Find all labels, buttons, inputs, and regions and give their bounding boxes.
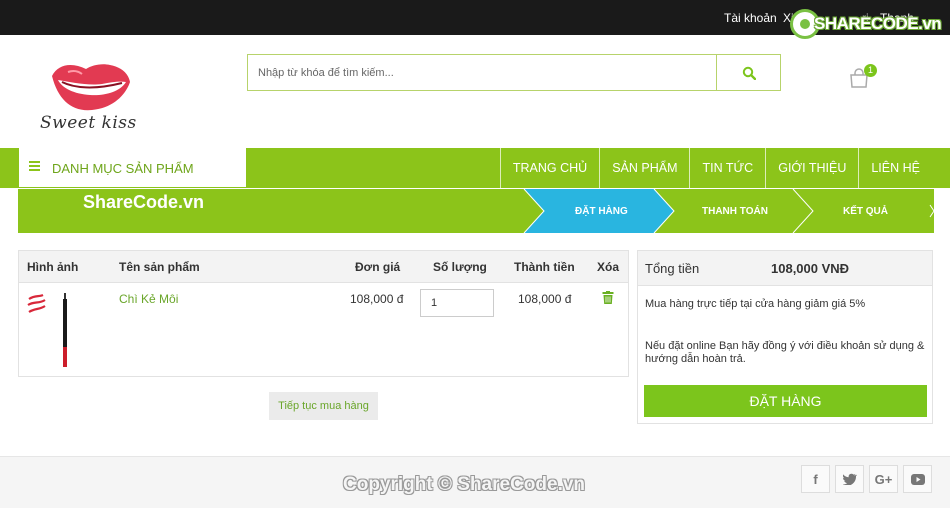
sharecode-watermark: ShareCode.vn bbox=[83, 192, 205, 212]
google-plus-icon[interactable]: G+ bbox=[869, 465, 898, 493]
terms-note-line2: hướng dẫn hoàn trả. bbox=[645, 353, 746, 365]
nav-item-contact[interactable]: LIÊN HỆ bbox=[858, 148, 932, 188]
cart-count-badge: 1 bbox=[864, 64, 877, 77]
nav-menu: TRANG CHỦ SẢN PHẨM TIN TỨC GIỚI THIỆU LI… bbox=[499, 148, 932, 188]
youtube-icon[interactable] bbox=[903, 465, 932, 493]
cart-table: Hình ảnh Tên sản phẩm Đơn giá Số lượng T… bbox=[18, 250, 629, 377]
cart-table-header: Hình ảnh Tên sản phẩm Đơn giá Số lượng T… bbox=[19, 251, 628, 283]
youtube-play-icon bbox=[910, 473, 925, 485]
header-delete: Xóa bbox=[597, 260, 620, 274]
nav-item-home[interactable]: TRANG CHỦ bbox=[499, 148, 599, 188]
step-payment: THANH TOÁN bbox=[702, 206, 768, 217]
line-total: 108,000 đ bbox=[518, 292, 572, 306]
hamburger-icon bbox=[29, 161, 40, 171]
twitter-bird-icon bbox=[842, 473, 857, 485]
total-label: Tổng tiền bbox=[645, 261, 700, 276]
account-link[interactable]: Tài khoản bbox=[724, 11, 777, 25]
category-menu-button[interactable]: DANH MỤC SẢN PHẨM bbox=[18, 148, 247, 188]
copyright-watermark: Copyright © ShareCode.vn bbox=[343, 474, 586, 495]
step-order: ĐẶT HÀNG bbox=[575, 206, 628, 217]
total-amount: 108,000 VNĐ bbox=[771, 261, 850, 276]
summary-header: Tổng tiền 108,000 VNĐ bbox=[638, 251, 932, 286]
logo-text: Sweet kiss bbox=[40, 113, 137, 133]
quantity-input[interactable] bbox=[420, 289, 494, 317]
footer: Copyright © ShareCode.vn f G+ bbox=[0, 456, 950, 508]
place-order-button[interactable]: ĐẶT HÀNG bbox=[644, 385, 927, 417]
search-button[interactable] bbox=[716, 55, 780, 90]
site-logo[interactable]: Sweet kiss bbox=[38, 62, 148, 140]
unit-price: 108,000 đ bbox=[350, 292, 404, 306]
checkout-steps: ShareCode.vn ĐẶT HÀNG THANH TOÁN KẾT QUẢ bbox=[18, 189, 934, 233]
discount-note: Mua hàng trực tiếp tại cửa hàng giảm giá… bbox=[645, 298, 866, 310]
facebook-icon[interactable]: f bbox=[801, 465, 830, 493]
cart-button[interactable]: 1 bbox=[848, 64, 878, 88]
terms-note-line1: Nếu đặt online Bạn hãy đồng ý với điều k… bbox=[645, 340, 925, 352]
header-total: Thành tiền bbox=[514, 260, 575, 274]
header-image: Hình ảnh bbox=[27, 260, 79, 274]
product-name-link[interactable]: Chì Kẻ Môi bbox=[119, 292, 178, 306]
category-menu-label: DANH MỤC SẢN PHẨM bbox=[52, 161, 194, 176]
product-image[interactable] bbox=[25, 291, 75, 369]
lips-icon bbox=[52, 64, 130, 111]
sharecode-badge: SHARECODE.vn bbox=[790, 9, 950, 43]
header-unit-price: Đơn giá bbox=[355, 260, 401, 274]
nav-item-news[interactable]: TIN TỨC bbox=[689, 148, 765, 188]
header-product-name: Tên sản phẩm bbox=[119, 260, 200, 274]
search-bar bbox=[247, 54, 781, 91]
search-icon bbox=[742, 66, 756, 80]
step-result: KẾT QUẢ bbox=[843, 206, 888, 217]
continue-shopping-button[interactable]: Tiếp tục mua hàng bbox=[269, 392, 378, 420]
header-quantity: Số lượng bbox=[433, 260, 487, 274]
search-input[interactable] bbox=[248, 55, 716, 90]
nav-item-about[interactable]: GIỚI THIỆU bbox=[765, 148, 858, 188]
trash-icon[interactable] bbox=[602, 291, 614, 304]
sharecode-badge-text: SHARECODE.vn bbox=[814, 14, 942, 33]
nav-item-products[interactable]: SẢN PHẨM bbox=[599, 148, 689, 188]
twitter-icon[interactable] bbox=[835, 465, 864, 493]
